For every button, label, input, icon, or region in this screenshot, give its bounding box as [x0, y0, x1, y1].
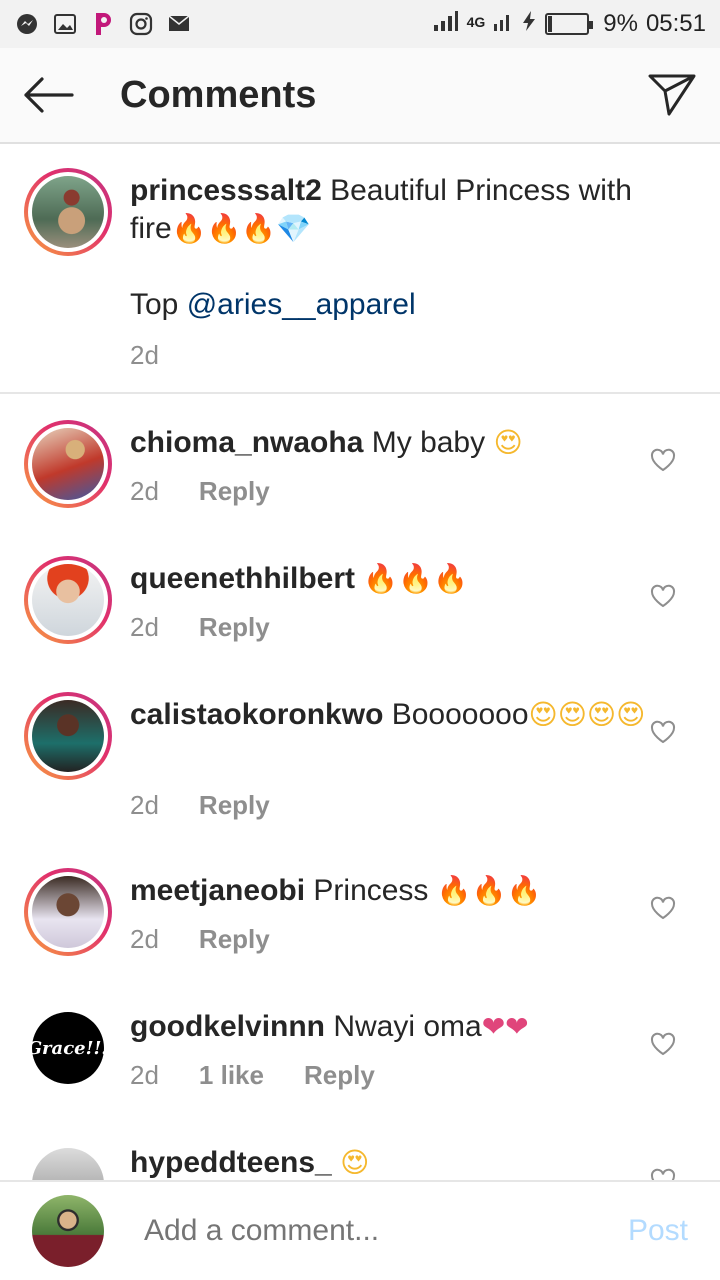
- gallery-icon: [52, 11, 78, 37]
- reply-button[interactable]: Reply: [199, 790, 270, 821]
- direct-send-icon: [648, 74, 696, 116]
- caption-text: princesssalt2 Beautiful Princess with fi…: [130, 174, 632, 245]
- comment-emojis: 😍: [493, 426, 523, 459]
- comment-text: chioma_nwaoha My baby 😍: [130, 424, 656, 462]
- timestamp: 2d: [130, 1060, 159, 1090]
- comment-username[interactable]: meetjaneobi: [130, 874, 305, 907]
- comment-username[interactable]: chioma_nwaoha: [130, 426, 363, 459]
- like-count[interactable]: 1 like: [199, 1060, 264, 1091]
- comment-emojis: 🔥🔥🔥: [436, 874, 542, 907]
- avatar[interactable]: [24, 868, 112, 956]
- heart-like-icon[interactable]: [650, 1032, 676, 1056]
- avatar[interactable]: Grace!!!: [24, 1004, 112, 1092]
- comment-text: calistaokoronkwo Booooooo😍😍😍😍: [130, 696, 656, 734]
- caption-username[interactable]: princesssalt2: [130, 174, 322, 207]
- comment-meta: 2d Reply: [130, 476, 270, 507]
- comment-meta: 2d Reply: [130, 790, 270, 821]
- comment-input[interactable]: [144, 1214, 584, 1248]
- instagram-icon: [128, 11, 154, 37]
- comment-meta: 2d Reply: [130, 924, 270, 955]
- comment-username[interactable]: queenethhilbert: [130, 562, 355, 595]
- heart-like-icon[interactable]: [650, 720, 676, 744]
- comment-username[interactable]: calistaokoronkwo: [130, 698, 383, 731]
- comment-username[interactable]: goodkelvinnn: [130, 1010, 325, 1043]
- comment-body: Booooooo: [383, 698, 529, 731]
- my-avatar: [32, 1195, 104, 1267]
- signal-icon-2: [493, 10, 513, 39]
- back-button[interactable]: [0, 47, 96, 143]
- comment-emojis: 😍: [340, 1146, 370, 1179]
- clock: 05:51: [645, 10, 706, 37]
- picsart-icon: [90, 11, 116, 37]
- reply-button[interactable]: Reply: [199, 924, 270, 955]
- battery-icon: [545, 13, 594, 35]
- caption-meta: 2d: [130, 340, 159, 371]
- comment-body: [332, 1146, 340, 1179]
- avatar[interactable]: [24, 420, 112, 508]
- heart-like-icon[interactable]: [650, 896, 676, 920]
- header: Comments: [0, 48, 720, 144]
- caption-line2: Top @aries__apparel: [130, 288, 416, 321]
- comment-body: Princess: [305, 874, 437, 907]
- charging-icon: [521, 10, 537, 39]
- post-caption: princesssalt2 Beautiful Princess with fi…: [0, 146, 720, 394]
- timestamp: 2d: [130, 340, 159, 370]
- avatar[interactable]: [24, 556, 112, 644]
- comment-body: Nwayi oma: [325, 1010, 482, 1043]
- comment-emojis: 😍😍😍😍: [528, 698, 646, 731]
- reply-button[interactable]: Reply: [199, 612, 270, 643]
- heart-like-icon[interactable]: [650, 584, 676, 608]
- caption-emojis: 🔥🔥🔥💎: [171, 212, 312, 245]
- mail-icon: [166, 11, 192, 37]
- avatar[interactable]: [24, 692, 112, 780]
- comment-text: hypeddteens_ 😍: [130, 1144, 656, 1182]
- avatar[interactable]: [24, 168, 112, 256]
- comment-meta: 2d 1 like Reply: [130, 1060, 375, 1091]
- back-arrow-icon: [24, 77, 74, 113]
- comment-composer: Post: [0, 1180, 720, 1280]
- post-button[interactable]: Post: [628, 1214, 688, 1248]
- grace-logo: Grace!!!: [26, 1037, 110, 1059]
- comment-meta: 2d Reply: [130, 612, 270, 643]
- mention-link[interactable]: @aries__apparel: [187, 288, 416, 321]
- comment-text: meetjaneobi Princess 🔥🔥🔥: [130, 872, 656, 910]
- comment-body: My baby: [363, 426, 494, 459]
- reply-button[interactable]: Reply: [199, 476, 270, 507]
- status-bar: 4G 9% 05:51: [0, 0, 720, 48]
- share-button[interactable]: [624, 47, 720, 143]
- comment-emojis: ❤❤: [481, 1010, 529, 1043]
- battery-percent: 9%: [603, 10, 638, 37]
- comment-emojis: 🔥🔥🔥: [363, 562, 468, 595]
- comment-text: queenethhilbert 🔥🔥🔥: [130, 560, 656, 598]
- messenger-icon: [14, 11, 40, 37]
- timestamp: 2d: [130, 790, 159, 820]
- reply-button[interactable]: Reply: [304, 1060, 375, 1091]
- comment-text: goodkelvinnn Nwayi oma❤❤: [130, 1008, 656, 1046]
- timestamp: 2d: [130, 924, 159, 954]
- comment-username[interactable]: hypeddteens_: [130, 1146, 332, 1179]
- network-type: 4G: [466, 13, 486, 30]
- heart-like-icon[interactable]: [650, 448, 676, 472]
- signal-icon: [433, 10, 459, 39]
- page-title: Comments: [120, 73, 317, 116]
- timestamp: 2d: [130, 612, 159, 642]
- timestamp: 2d: [130, 476, 159, 506]
